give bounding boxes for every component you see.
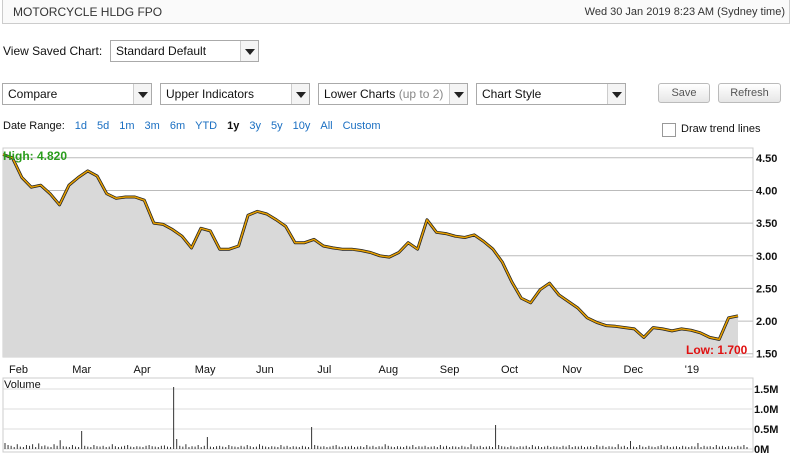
y-tick-label: 3.00 [756, 251, 777, 263]
y-tick-label: 4.00 [756, 185, 777, 197]
volume-tick-label: 1.0M [754, 404, 778, 416]
x-month-label: Nov [562, 364, 582, 376]
x-month-label: Sep [440, 364, 460, 376]
x-month-label: Feb [9, 364, 28, 376]
y-tick-label: 2.50 [756, 283, 777, 295]
x-month-label: Jun [256, 364, 274, 376]
y-tick-label: 3.50 [756, 218, 777, 230]
x-month-label: Mar [72, 364, 91, 376]
x-month-label: Dec [624, 364, 644, 376]
price-chart: 4.50 4.00 3.50 3.00 2.50 2.00 1.50 High: 4.820 L… [2, 147, 778, 454]
x-month-label: Jul [317, 364, 331, 376]
x-month-label: '19 [685, 364, 699, 376]
x-month-label: May [195, 364, 216, 376]
x-month-label: Aug [379, 364, 399, 376]
high-label: High: 4.820 [3, 149, 67, 163]
y-tick-label: 4.50 [756, 153, 777, 165]
x-month-label: Apr [134, 364, 151, 376]
volume-tick-label: 1.5M [754, 384, 778, 396]
y-tick-label: 2.00 [756, 316, 777, 328]
y-tick-label: 1.50 [756, 349, 777, 361]
volume-tick-label: 0M [754, 444, 769, 454]
volume-tick-label: 0.5M [754, 424, 778, 436]
x-month-label: Oct [501, 364, 518, 376]
low-label: Low: 1.700 [686, 343, 748, 357]
